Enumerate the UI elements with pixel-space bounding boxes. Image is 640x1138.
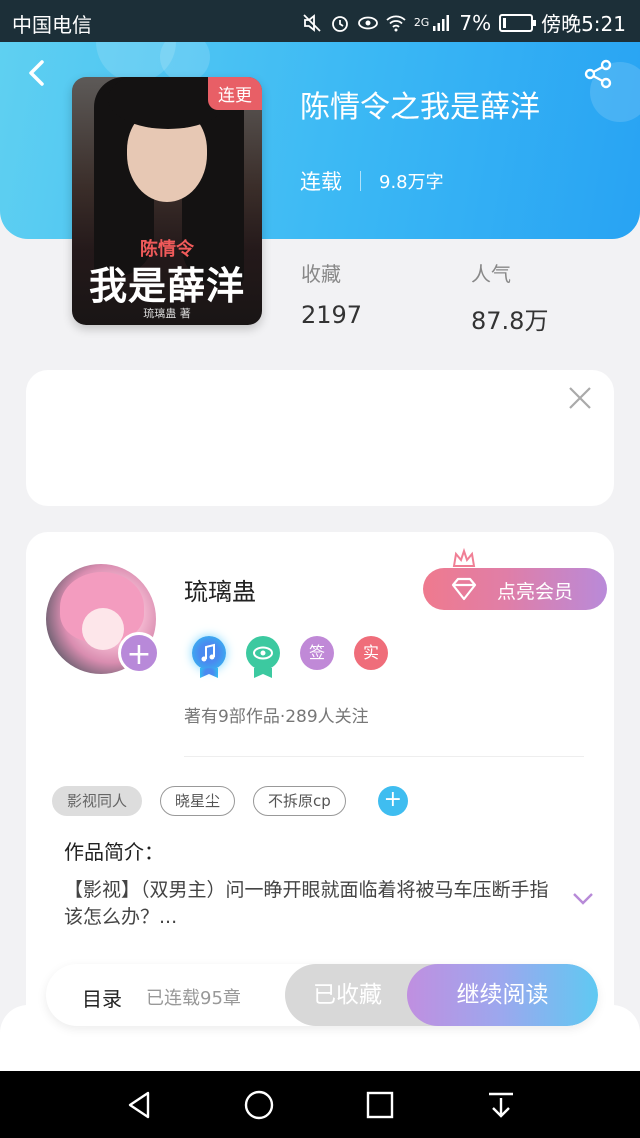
status-icons: 2G 7% 傍晚5:21 [302,8,626,37]
book-title: 陈情令之我是薛洋 [300,90,540,125]
nav-back-icon[interactable] [124,1089,156,1121]
system-nav-bar [0,1071,640,1138]
vip-button[interactable]: 点亮会员 [423,568,607,610]
tag-item[interactable]: 不拆原cp [253,786,346,816]
eye-comfort-icon [357,16,378,29]
share-icon[interactable] [582,58,614,90]
battery-percent: 7% [459,10,492,35]
tag-list: 影视同人 晓星尘 不拆原cp + [52,786,408,816]
mute-icon [303,13,321,32]
network-label: 2G [413,16,430,29]
close-icon[interactable] [568,386,592,410]
divider [184,756,584,757]
nav-home-icon[interactable] [243,1089,275,1121]
book-cover[interactable]: 连更 陈情令 我是薛洋 琉璃蛊 著 [72,77,262,325]
wifi-icon [386,15,406,31]
update-badge: 连更 [208,77,262,110]
author-name[interactable]: 琉璃蛊 [184,572,256,607]
clock: 傍晚5:21 [541,12,626,36]
nav-notification-icon[interactable] [485,1089,517,1121]
toc-button[interactable]: 目录 [82,983,122,1012]
favorites-stat: 收藏 2197 [301,258,362,329]
intro-text[interactable]: 【影视】（双男主）问一睁开眼就面临着将被马车压断手指该怎么办？... [64,877,564,931]
author-badges: 签 实 [192,636,388,678]
carrier-label: 中国电信 [12,13,92,37]
action-bar: 目录 已连载95章 已收藏 继续阅读 [46,964,598,1026]
continue-reading-button[interactable]: 继续阅读 [407,964,598,1026]
book-meta: 连载 9.8万字 [300,166,444,196]
vip-button-label: 点亮会员 [497,581,574,603]
popularity-stat: 人气 87.8万 [471,258,548,336]
chevron-down-icon[interactable] [572,892,594,906]
signal-icon [433,14,450,31]
sign-badge-icon[interactable]: 签 [300,636,334,670]
intro-title: 作品简介： [64,840,164,864]
nav-recents-icon[interactable] [364,1089,396,1121]
back-arrow-icon[interactable] [22,58,52,88]
chapter-count: 已连载95章 [146,988,241,1009]
follow-plus-button[interactable]: + [118,632,160,674]
crown-icon [452,548,476,567]
cover-title: 我是薛洋 [88,263,245,308]
add-tag-button[interactable]: + [377,786,408,816]
popularity-label: 人气 [471,262,511,286]
favorites-label: 收藏 [301,262,341,286]
favorites-value: 2197 [301,301,363,329]
music-badge-icon[interactable] [192,636,226,678]
author-stats: 著有9部作品·289人关注 [184,707,369,727]
cover-author: 琉璃蛊 著 [143,307,191,320]
status-bar: 中国电信 2G 7% 傍晚5:21 [0,0,640,42]
banner-card [26,370,614,506]
diamond-icon [451,577,477,601]
book-status: 连载 [300,170,342,194]
eye-badge-icon[interactable] [246,636,280,678]
popularity-value: 87.8万 [471,307,549,335]
tag-item[interactable]: 影视同人 [52,786,143,816]
meta-divider [360,171,361,191]
word-count: 9.8万字 [379,172,444,193]
alarm-icon [331,15,348,32]
tag-item[interactable]: 晓星尘 [160,786,236,816]
battery-icon [499,13,537,32]
real-name-badge-icon[interactable]: 实 [354,636,388,670]
